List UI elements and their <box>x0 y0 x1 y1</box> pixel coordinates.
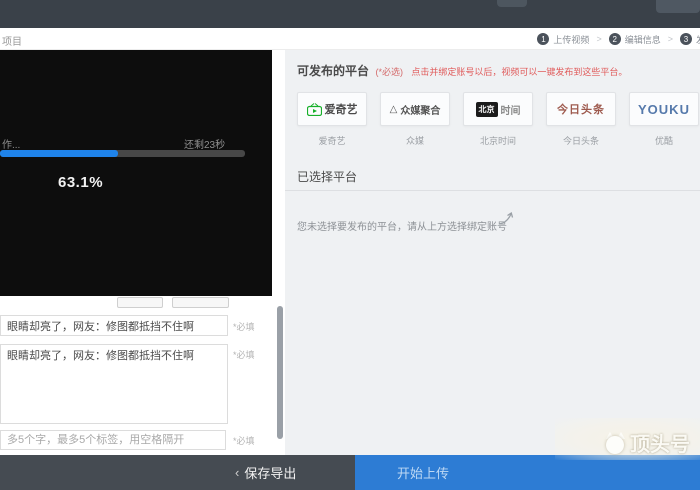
platform-name: 今日头条 <box>546 134 616 147</box>
render-status-text: 作... <box>2 136 20 151</box>
progress-bar <box>0 150 245 157</box>
platform-name: 爱奇艺 <box>297 134 367 147</box>
platforms-section-header: 可发布的平台 (*必选) 点击并绑定账号以后，视频可以一键发布到这些平台。 <box>297 62 627 80</box>
window-artifact <box>497 0 527 7</box>
step-indicator: 1 上传视频 > 2 编辑信息 > 3 发布 <box>537 28 700 50</box>
step-3-label: 发布 <box>696 33 700 46</box>
cover-option-button[interactable] <box>172 297 229 308</box>
form-scrollbar[interactable] <box>277 306 283 439</box>
save-export-label: 保存导出 <box>244 463 296 482</box>
platforms-section-title: 可发布的平台 <box>297 64 369 78</box>
platform-name: 优酷 <box>629 134 699 147</box>
footer-dark-section <box>0 455 355 490</box>
step-header: 项目 1 上传视频 > 2 编辑信息 > 3 发布 <box>0 28 700 50</box>
app-window: 项目 1 上传视频 > 2 编辑信息 > 3 发布 作... 还剩23秒 63.… <box>0 0 700 490</box>
curved-arrow-up-icon <box>497 210 517 226</box>
progress-percent-label: 63.1% <box>58 174 103 191</box>
chevron-left-icon: ‹ <box>235 465 239 480</box>
platform-logo-text: 今日头条 <box>557 101 605 117</box>
platform-name: 北京时间 <box>463 134 533 147</box>
video-preview-panel: 作... 还剩23秒 63.1% <box>0 50 272 296</box>
platforms-required-note: (*必选) <box>375 67 403 77</box>
platforms-tip-text: 点击并绑定账号以后，视频可以一键发布到这些平台。 <box>411 67 627 77</box>
required-label: *必填 <box>233 434 255 447</box>
footer-action-bar: ‹ 保存导出 开始上传 <box>0 455 700 490</box>
time-remaining-text: 还剩23秒 <box>184 136 225 151</box>
progress-fill <box>0 150 118 157</box>
step-1-label: 上传视频 <box>553 33 589 46</box>
publish-platforms-panel: 可发布的平台 (*必选) 点击并绑定账号以后，视频可以一键发布到这些平台。 爱奇… <box>285 50 700 455</box>
step-3: 3 发布 <box>680 33 700 46</box>
step-separator: > <box>596 34 601 44</box>
no-platform-selected-message: 您未选择要发布的平台，请从上方选择绑定账号 <box>297 218 507 233</box>
cover-option-button[interactable] <box>117 297 163 308</box>
platform-card-youku[interactable]: YOUKU <box>629 92 699 126</box>
step-2-number: 2 <box>609 33 621 45</box>
step-2: 2 编辑信息 <box>609 33 661 46</box>
platform-logo-text: 爱奇艺 <box>325 101 358 117</box>
platform-card-zhongmei[interactable]: △ 众媒聚合 <box>380 92 450 126</box>
save-export-button[interactable]: ‹ 保存导出 <box>235 455 296 490</box>
platform-card-list: 爱奇艺 △ 众媒聚合 北京 时间 今日头条 YOUKU 凤 <box>297 92 700 126</box>
start-upload-label: 开始上传 <box>397 463 449 482</box>
video-title-input[interactable] <box>0 315 228 336</box>
btime-logo-icon: 北京 <box>476 102 498 117</box>
selected-platforms-title: 已选择平台 <box>297 168 357 185</box>
platform-name-labels: 爱奇艺 众媒 北京时间 今日头条 优酷 <box>297 134 700 147</box>
platform-logo-text: 时间 <box>501 102 521 117</box>
required-label: *必填 <box>233 348 255 361</box>
video-info-form: *必填 *必填 *必填 <box>0 296 285 455</box>
header-left-fragment: 项目 <box>2 33 22 48</box>
step-2-label: 编辑信息 <box>625 33 661 46</box>
cover-toolbar <box>0 296 285 310</box>
video-tags-input[interactable] <box>0 430 226 450</box>
step-1: 1 上传视频 <box>537 33 589 46</box>
platform-card-toutiao[interactable]: 今日头条 <box>546 92 616 126</box>
top-title-bar <box>0 0 700 28</box>
platform-card-btime[interactable]: 北京 时间 <box>463 92 533 126</box>
platform-logo-text: 众媒聚合 <box>400 102 440 117</box>
section-divider <box>285 190 700 191</box>
platform-card-iqiyi[interactable]: 爱奇艺 <box>297 92 367 126</box>
iqiyi-tv-icon <box>307 103 322 116</box>
required-label: *必填 <box>233 320 255 333</box>
step-3-number: 3 <box>680 33 692 45</box>
platform-name: 众媒 <box>380 134 450 147</box>
step-separator: > <box>668 34 673 44</box>
zhongmei-icon: △ <box>390 104 398 115</box>
step-1-number: 1 <box>537 33 549 45</box>
window-artifact <box>656 0 700 13</box>
start-upload-button[interactable]: 开始上传 <box>397 455 449 490</box>
platform-logo-text: YOUKU <box>638 102 690 117</box>
video-description-textarea[interactable] <box>0 344 228 424</box>
